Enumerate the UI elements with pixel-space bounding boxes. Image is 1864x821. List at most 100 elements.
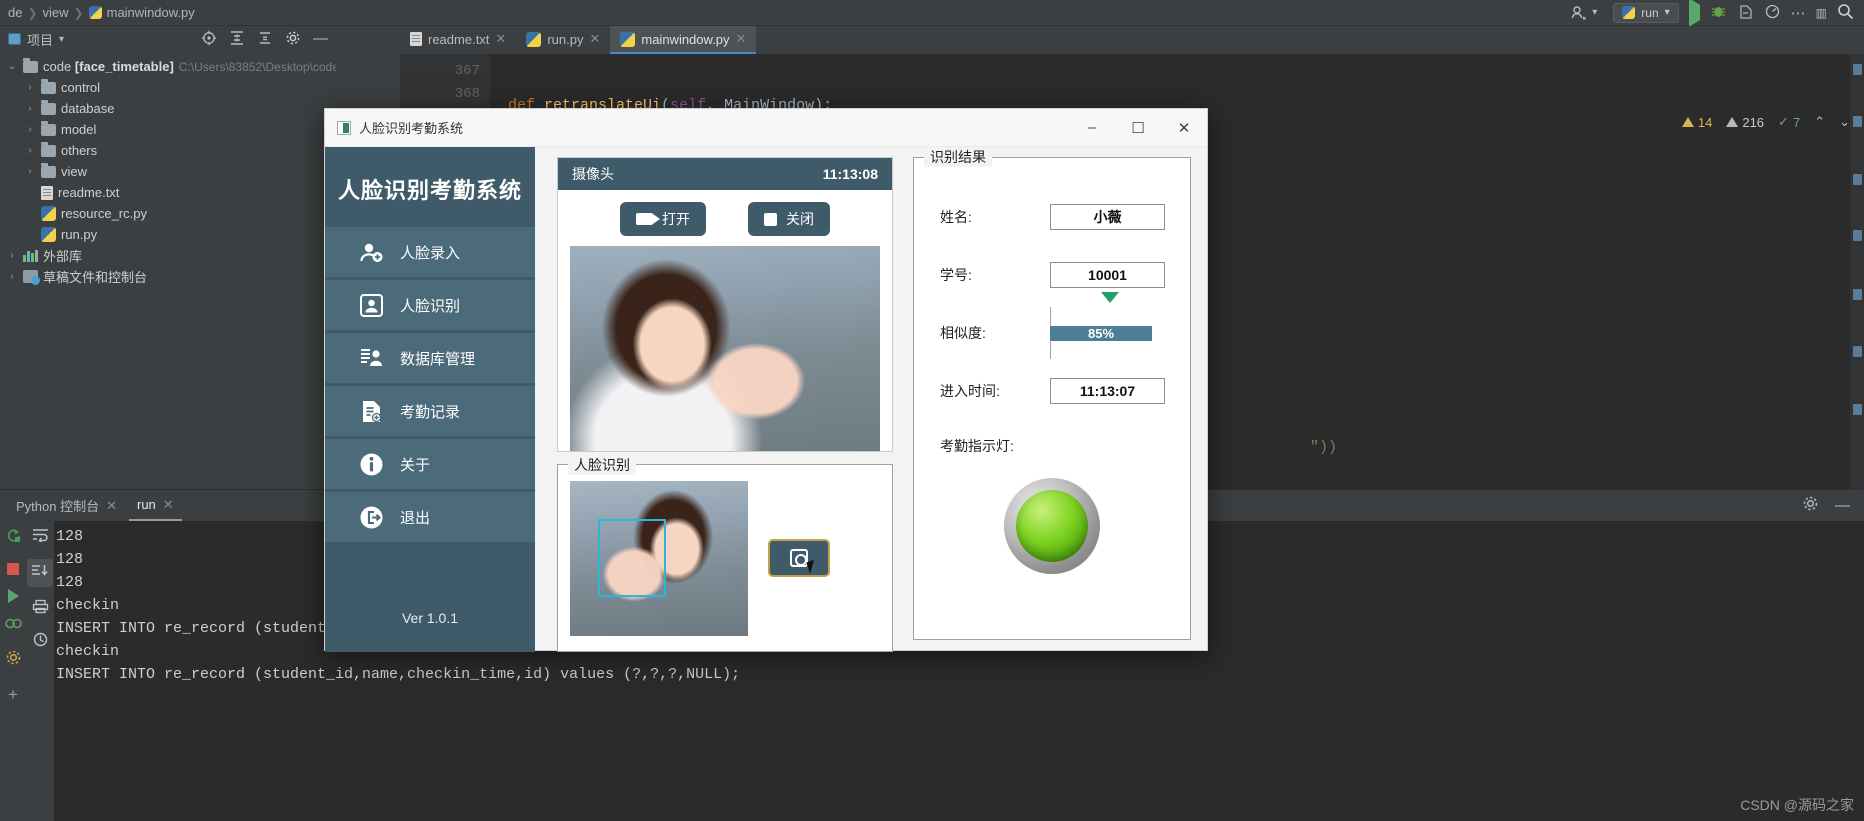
sidebar-item-person-add[interactable]: 人脸录入	[325, 227, 535, 277]
weak-warning-count[interactable]: 216	[1726, 115, 1764, 130]
tree-expand-arrow[interactable]: ⌄	[6, 61, 18, 72]
search-icon[interactable]	[1837, 3, 1854, 23]
folder-icon	[41, 141, 56, 157]
lamp-label: 考勤指示灯:	[940, 438, 1014, 454]
maximize-button[interactable]: ☐	[1115, 109, 1161, 147]
tree-expand-arrow[interactable]: ›	[24, 124, 36, 135]
clear-icon[interactable]	[32, 631, 49, 653]
result-field-value[interactable]: 11:13:07	[1050, 378, 1165, 404]
close-tab-icon[interactable]: ✕	[589, 31, 600, 47]
run-button[interactable]	[1688, 0, 1700, 27]
line-number: 368	[454, 86, 480, 102]
close-button[interactable]: ✕	[1161, 109, 1207, 147]
tree-node[interactable]: › 外部库	[0, 245, 336, 266]
sidebar-item-face-scan[interactable]: 人脸识别	[325, 280, 535, 330]
result-field-value[interactable]: 小薇	[1050, 204, 1165, 230]
coverage-button[interactable]	[1737, 3, 1754, 23]
tree-node[interactable]: › database	[0, 98, 336, 119]
editor-tab-label: readme.txt	[428, 31, 490, 47]
project-tree[interactable]: ⌄ code [face_timetable] C:\Users\83852\Des…	[0, 52, 336, 489]
tree-node[interactable]: readme.txt	[0, 182, 336, 203]
tree-expand-arrow[interactable]: ›	[24, 145, 36, 156]
tree-expand-arrow[interactable]: ›	[24, 166, 36, 177]
settings-gear-icon[interactable]	[1802, 495, 1819, 517]
captured-face-image	[570, 480, 748, 636]
breadcrumb-view[interactable]: view	[41, 5, 71, 20]
tree-node[interactable]: › model	[0, 119, 336, 140]
settings-gear-icon[interactable]	[285, 30, 301, 49]
project-panel-header: 项目 ▾ —	[0, 26, 336, 52]
tree-expand-arrow[interactable]: ›	[24, 103, 36, 114]
sidebar-item-record-file[interactable]: 考勤记录	[325, 386, 535, 436]
print-icon[interactable]	[32, 599, 49, 619]
expand-all-icon[interactable]	[229, 30, 245, 49]
close-tab-icon[interactable]: ✕	[163, 497, 174, 513]
dialog-title-bar[interactable]: 人脸识别考勤系统 – ☐ ✕	[325, 109, 1207, 147]
settings-gear-icon[interactable]	[5, 649, 22, 671]
close-camera-button[interactable]: 关闭	[748, 202, 830, 236]
stop-button[interactable]	[7, 563, 19, 575]
tree-node[interactable]: › control	[0, 77, 336, 98]
add-icon[interactable]: +	[8, 685, 18, 705]
user-account-icon[interactable]: ▾	[1565, 3, 1603, 22]
close-tab-icon[interactable]: ✕	[106, 498, 117, 514]
tree-node[interactable]: › view	[0, 161, 336, 182]
hide-panel-icon[interactable]: —	[313, 31, 328, 46]
capture-button[interactable]	[768, 539, 830, 577]
camera-panel: 摄像头 11:13:08 打开 关闭	[557, 157, 893, 452]
tree-expand-arrow[interactable]: ›	[6, 250, 18, 261]
editor-tab-label: run.py	[547, 31, 584, 47]
scratch-icon	[23, 270, 40, 285]
editor-tab-run-py[interactable]: run.py ✕	[516, 26, 610, 54]
chevron-up-icon[interactable]: ⌃	[1814, 114, 1825, 130]
link-icon[interactable]	[4, 617, 22, 635]
tree-node[interactable]: ⌄ code [face_timetable] C:\Users\83852\Des…	[0, 56, 336, 77]
locate-file-icon[interactable]	[201, 30, 217, 49]
breadcrumb-prefix[interactable]: de	[0, 5, 24, 20]
project-panel-label: 项目	[27, 32, 54, 48]
sidebar-item-info[interactable]: 关于	[325, 439, 535, 489]
tree-node[interactable]: › 草稿文件和控制台	[0, 266, 336, 287]
tree-expand-arrow[interactable]: ›	[6, 271, 18, 282]
run-configuration-selector[interactable]: run ▾	[1613, 2, 1679, 23]
minimize-button[interactable]: –	[1069, 109, 1115, 147]
close-tab-icon[interactable]: ✕	[736, 31, 747, 47]
close-camera-label: 关闭	[786, 211, 814, 227]
bottom-tab-python-console[interactable]: Python 控制台 ✕	[8, 490, 125, 521]
resume-button[interactable]	[7, 589, 19, 603]
bottom-tab-run[interactable]: run ✕	[129, 491, 182, 521]
scroll-to-end-icon[interactable]	[27, 559, 53, 587]
rerun-button[interactable]	[5, 527, 22, 549]
editor-tab-readme-txt[interactable]: readme.txt ✕	[400, 26, 516, 54]
layout-icon[interactable]: ▥	[1816, 6, 1827, 20]
sidebar-item-database-user[interactable]: 数据库管理	[325, 333, 535, 383]
profiler-button[interactable]	[1764, 3, 1781, 23]
face-attendance-dialog[interactable]: 人脸识别考勤系统 – ☐ ✕ 人脸识别考勤系统 人脸录入 人脸识别 数据库管理 考勤记…	[324, 108, 1208, 652]
tree-node[interactable]: resource_rc.py	[0, 203, 336, 224]
chevron-down-icon[interactable]: ▾	[59, 34, 64, 45]
dialog-body: 人脸识别考勤系统 人脸录入 人脸识别 数据库管理 考勤记录 关于 退出 Ver 1.0.1…	[325, 147, 1207, 652]
tree-node[interactable]: › others	[0, 140, 336, 161]
sidebar-item-logout[interactable]: 退出	[325, 492, 535, 542]
result-field: 进入时间: 11:13:07	[914, 362, 1190, 420]
debug-button[interactable]	[1710, 3, 1727, 23]
collapse-all-icon[interactable]	[257, 30, 273, 49]
soft-wrap-icon[interactable]	[31, 527, 50, 547]
result-field-value[interactable]: 10001	[1050, 262, 1165, 288]
typo-count[interactable]: ✓ 7	[1778, 114, 1800, 130]
hide-panel-icon[interactable]: —	[1835, 498, 1850, 513]
breadcrumb-file[interactable]: mainwindow.py	[87, 5, 197, 20]
camera-buttons: 打开 关闭	[558, 190, 892, 246]
warning-count[interactable]: 14	[1681, 115, 1712, 130]
tree-expand-arrow[interactable]: ›	[24, 82, 36, 93]
more-actions-icon[interactable]: ⋯	[1791, 4, 1806, 22]
inspection-widget[interactable]: 14 216 ✓ 7 ⌃ ⌄	[1681, 114, 1850, 130]
editor-scrollbar[interactable]	[1850, 54, 1864, 489]
close-tab-icon[interactable]: ✕	[495, 31, 506, 47]
face-bounding-box	[598, 518, 666, 597]
tree-node[interactable]: run.py	[0, 224, 336, 245]
editor-tab-mainwindow-py[interactable]: mainwindow.py ✕	[610, 26, 757, 54]
folder-icon	[41, 99, 56, 115]
open-camera-button[interactable]: 打开	[620, 202, 706, 236]
chevron-down-icon[interactable]: ⌄	[1839, 114, 1850, 130]
